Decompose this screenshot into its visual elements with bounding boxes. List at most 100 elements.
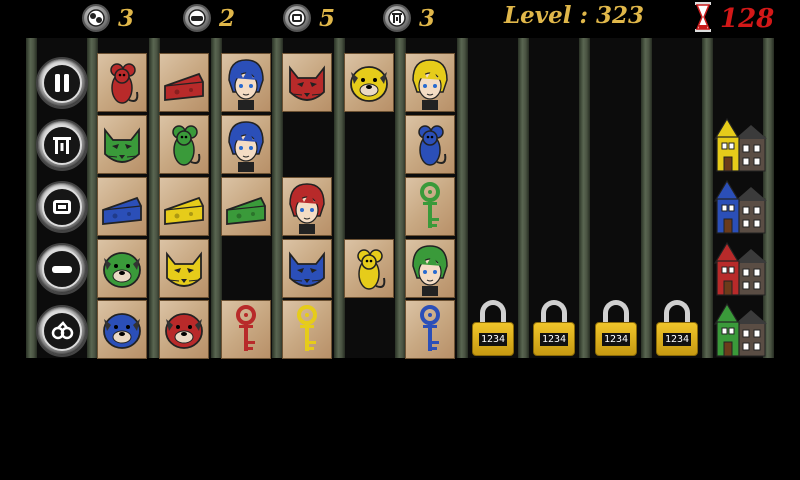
cheese-slice-count: 2 — [219, 4, 236, 32]
trap-count: 3 — [419, 4, 436, 32]
tile-cat-blue[interactable] — [282, 239, 332, 298]
board-divider — [518, 38, 529, 358]
tile-cat-green[interactable] — [97, 115, 147, 174]
padlock-body: 1234 — [656, 322, 698, 356]
tile-cat-yellow[interactable] — [159, 239, 209, 298]
tile-key-yellow[interactable] — [282, 300, 332, 359]
cheese-slice-icon — [52, 266, 72, 273]
level-label: Level : 323 — [504, 2, 645, 29]
tile-boy-yellow[interactable] — [405, 53, 455, 112]
board-divider — [702, 38, 713, 358]
key-icon — [297, 304, 317, 351]
pause-button[interactable] — [36, 57, 88, 109]
timer: 128 — [694, 2, 774, 36]
key-icon — [236, 304, 256, 351]
sandwich-count: 5 — [319, 4, 336, 32]
bulldog-icon — [350, 65, 388, 102]
hourglass-icon — [694, 2, 712, 36]
key-icon — [420, 181, 440, 228]
padlock-code: 1234 — [478, 332, 508, 346]
tile-bulldog-blue[interactable] — [97, 300, 147, 359]
padlock-body: 1234 — [533, 322, 575, 356]
house-green — [713, 300, 767, 358]
padlock-code: 1234 — [601, 332, 631, 346]
cog-icon — [82, 4, 110, 32]
top-hud: 3 2 5 3 Level : 323 128 — [0, 0, 800, 38]
trap-counter: 3 — [383, 3, 435, 33]
bulldog-icon — [165, 312, 203, 349]
tile-cheese-green[interactable] — [221, 177, 271, 236]
mouse-icon — [172, 124, 201, 166]
tile-bulldog-green[interactable] — [97, 239, 147, 298]
sandwich-powerup-button[interactable] — [36, 181, 88, 233]
tile-boy-blue[interactable] — [221, 53, 271, 112]
key-icon — [420, 304, 440, 351]
padlock[interactable]: 1234 — [595, 300, 637, 356]
sandwich-counter: 5 — [283, 3, 335, 33]
cog-icon — [51, 321, 74, 340]
trap-icon — [383, 4, 411, 32]
house-icon — [713, 117, 767, 172]
cat-icon — [289, 250, 325, 287]
tile-boy-blue[interactable] — [221, 115, 271, 174]
cheese-powerup-button[interactable] — [36, 243, 88, 295]
house-icon — [713, 302, 767, 357]
house-yellow — [713, 115, 767, 173]
trap-icon — [53, 137, 71, 154]
cheese-icon — [226, 196, 266, 225]
board-divider — [579, 38, 590, 358]
tile-key-blue[interactable] — [405, 300, 455, 359]
timer-value: 128 — [720, 4, 775, 34]
cog-powerup-button[interactable] — [36, 305, 88, 357]
cheese-slice-counter: 2 — [183, 3, 235, 33]
padlock[interactable]: 1234 — [656, 300, 698, 356]
tile-girl-red[interactable] — [282, 177, 332, 236]
tile-mouse-red[interactable] — [97, 53, 147, 112]
trap-powerup-button[interactable] — [36, 119, 88, 171]
tile-key-red[interactable] — [221, 300, 271, 359]
tile-cheese-yellow[interactable] — [159, 177, 209, 236]
boy-icon — [412, 58, 448, 110]
cat-icon — [166, 250, 202, 287]
padlock-code: 1234 — [662, 332, 692, 346]
tile-cheese-blue[interactable] — [97, 177, 147, 236]
tile-key-green[interactable] — [405, 177, 455, 236]
board-divider — [457, 38, 468, 358]
cheese-icon — [102, 196, 142, 225]
mouse-icon — [110, 62, 139, 104]
house-icon — [713, 241, 767, 296]
cheese-icon — [164, 196, 204, 225]
boy-icon — [412, 244, 448, 296]
tile-bulldog-red[interactable] — [159, 300, 209, 359]
cat-icon — [289, 64, 325, 101]
house-blue — [713, 177, 767, 235]
bulldog-icon — [103, 251, 141, 288]
tile-boy-green[interactable] — [405, 239, 455, 298]
mouse-icon — [357, 248, 386, 290]
board-divider — [641, 38, 652, 358]
padlock[interactable]: 1234 — [472, 300, 514, 356]
tile-mouse-yellow[interactable] — [344, 239, 394, 298]
mouse-icon — [418, 124, 447, 166]
padlock-body: 1234 — [472, 322, 514, 356]
cheese-slice-icon — [183, 4, 211, 32]
tile-mouse-blue[interactable] — [405, 115, 455, 174]
cat-icon — [104, 126, 140, 163]
tile-mouse-green[interactable] — [159, 115, 209, 174]
house-red — [713, 239, 767, 297]
tile-cat-red[interactable] — [282, 53, 332, 112]
house-icon — [713, 179, 767, 234]
cog-count: 3 — [118, 4, 135, 32]
girl-icon — [289, 182, 325, 234]
boy-icon — [228, 58, 264, 110]
cheese-icon — [164, 72, 204, 101]
bulldog-icon — [103, 312, 141, 349]
pause-icon — [55, 74, 69, 92]
cog-counter: 3 — [82, 3, 134, 33]
padlock-code: 1234 — [539, 332, 569, 346]
padlock-body: 1234 — [595, 322, 637, 356]
tile-bulldog-yellow[interactable] — [344, 53, 394, 112]
padlock[interactable]: 1234 — [533, 300, 575, 356]
tile-cheese-red[interactable] — [159, 53, 209, 112]
boy-icon — [228, 120, 264, 172]
